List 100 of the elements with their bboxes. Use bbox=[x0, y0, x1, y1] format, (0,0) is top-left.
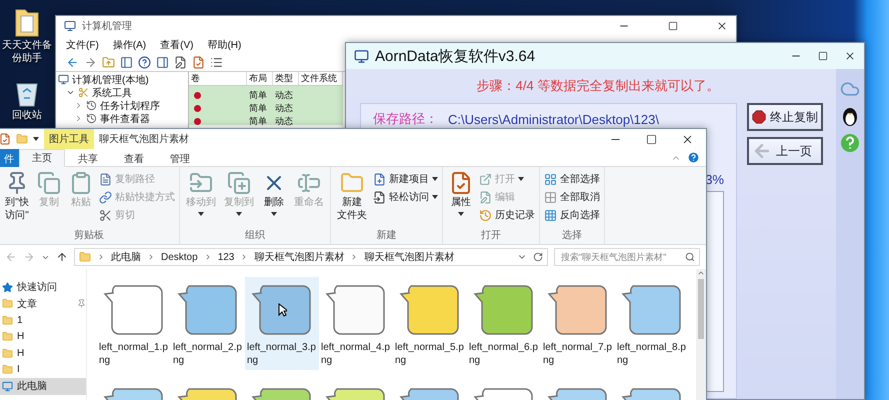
menu-item[interactable]: 查看(V) bbox=[160, 38, 194, 52]
group-label: 剪贴板 bbox=[73, 228, 105, 243]
step-text: 步骤：4/4 等数据完全复制出来就可以了。 bbox=[476, 77, 720, 95]
desktop-icon-label[interactable]: 天天文件备份助手 bbox=[0, 40, 55, 65]
collapse-icon[interactable] bbox=[74, 101, 83, 110]
breadcrumb[interactable]: 123 bbox=[218, 252, 234, 262]
scroll-up-icon[interactable] bbox=[697, 269, 705, 277]
menu-item[interactable]: 文件(F) bbox=[66, 38, 99, 52]
checked-document-icon[interactable] bbox=[192, 56, 205, 69]
breadcrumb[interactable]: 此电脑 bbox=[111, 250, 141, 264]
ribbon-tab[interactable]: 管理 bbox=[157, 149, 203, 167]
scrollbar[interactable] bbox=[696, 269, 706, 400]
file-item[interactable]: left_normal_7.png bbox=[541, 277, 615, 370]
properties-icon[interactable] bbox=[0, 133, 11, 145]
checked-document-icon bbox=[449, 171, 473, 195]
breadcrumb[interactable]: Desktop bbox=[161, 252, 198, 262]
caret-icon bbox=[432, 195, 438, 199]
ribbon-button[interactable]: 新建项目 bbox=[373, 171, 438, 187]
file-item[interactable]: left_normal_8.png bbox=[615, 277, 689, 370]
expand-icon[interactable] bbox=[66, 88, 75, 97]
breadcrumb[interactable]: 聊天框气泡图片素材 bbox=[364, 250, 454, 264]
file-item[interactable]: left_normal_6.png bbox=[467, 277, 541, 370]
penguin-icon[interactable] bbox=[841, 105, 859, 127]
maximize-icon[interactable] bbox=[646, 134, 657, 144]
previous-page-button[interactable]: 上一页 bbox=[747, 137, 823, 165]
clock-icon bbox=[86, 100, 97, 111]
caret-icon bbox=[198, 212, 204, 216]
file-item[interactable]: left_normal_1.png bbox=[97, 277, 171, 370]
address-bar[interactable]: 此电脑 Desktop 123 聊天框气泡图片素材 聊天框气泡图片素材 bbox=[74, 248, 548, 266]
caret-icon bbox=[458, 212, 464, 216]
close-icon[interactable] bbox=[716, 20, 728, 32]
menu-item[interactable]: 操作(A) bbox=[112, 38, 146, 52]
navigation-item[interactable]: H bbox=[0, 328, 86, 345]
file-item[interactable]: left_normal_5.png bbox=[393, 277, 467, 370]
ribbon-button[interactable]: 到"快 访问" bbox=[3, 171, 31, 228]
column-header[interactable]: 卷 bbox=[189, 72, 247, 85]
column-header[interactable]: 布局 bbox=[247, 72, 273, 85]
column-header[interactable]: 文件系统 bbox=[299, 72, 343, 85]
ribbon-button[interactable]: 全部取消 bbox=[544, 189, 600, 205]
tools-icon bbox=[78, 87, 89, 98]
search-field[interactable]: 搜索"聊天框气泡图片素材" bbox=[554, 248, 700, 266]
navigation-item[interactable]: 此电脑 bbox=[0, 378, 86, 394]
file-item[interactable]: left_normal_4.png bbox=[319, 277, 393, 370]
folder-up-icon[interactable] bbox=[102, 56, 115, 69]
volume-row[interactable]: 简单 动态 bbox=[189, 86, 343, 99]
panel-icon[interactable] bbox=[156, 56, 169, 69]
column-header[interactable]: 类型 bbox=[273, 72, 299, 85]
chevron-right-icon[interactable] bbox=[97, 253, 105, 261]
navigation-item[interactable]: H bbox=[0, 345, 86, 362]
ribbon-button[interactable]: 属性 bbox=[447, 171, 475, 228]
menu-item[interactable]: 帮助(H) bbox=[207, 38, 242, 52]
navigation-item[interactable]: 1 bbox=[0, 312, 86, 328]
file-item[interactable]: left_normal_2.png bbox=[171, 277, 245, 370]
back-icon[interactable] bbox=[66, 56, 79, 69]
navigation-item[interactable]: 快速访问 bbox=[0, 279, 86, 296]
edit-icon[interactable] bbox=[174, 56, 187, 69]
panel-icon[interactable] bbox=[120, 56, 133, 69]
folder-icon bbox=[79, 251, 91, 263]
ribbon-tab[interactable]: 共享 bbox=[65, 149, 111, 167]
volume-row[interactable]: 简单 动态 bbox=[189, 112, 343, 125]
up-icon[interactable] bbox=[56, 251, 68, 263]
forward-icon[interactable] bbox=[84, 56, 97, 69]
tree-item[interactable]: 事件查看器 bbox=[100, 112, 150, 126]
help-icon[interactable] bbox=[138, 56, 151, 69]
text-cursor-icon bbox=[297, 171, 321, 195]
copy-icon bbox=[227, 171, 251, 195]
ribbon-button[interactable]: 反向选择 bbox=[544, 207, 600, 223]
desktop-icon-label[interactable]: 回收站 bbox=[0, 110, 55, 122]
folder-icon bbox=[2, 298, 13, 310]
save-path-label: 保存路径： bbox=[373, 110, 438, 128]
file-item[interactable]: left_normal_3.png bbox=[245, 277, 319, 370]
tree-item[interactable]: 系统工具 bbox=[92, 86, 132, 100]
ribbon-button[interactable]: 轻松访问 bbox=[373, 189, 438, 205]
collapse-icon[interactable] bbox=[74, 114, 83, 123]
ribbon-tab[interactable]: 查看 bbox=[111, 149, 157, 167]
breadcrumb[interactable]: 聊天框气泡图片素材 bbox=[254, 250, 344, 264]
close-icon[interactable] bbox=[844, 50, 856, 62]
navigation-item[interactable]: I bbox=[0, 362, 86, 378]
tree-item[interactable]: 计算机管理(本地) bbox=[72, 72, 149, 86]
computer-icon bbox=[2, 380, 13, 392]
maximize-icon[interactable] bbox=[668, 21, 678, 31]
stop-copy-button[interactable]: 终止复制 bbox=[747, 103, 823, 131]
ribbon-button[interactable]: 新建 文件夹 bbox=[335, 171, 369, 228]
navigation-item[interactable]: 文章 bbox=[0, 296, 86, 312]
chevron-right-icon[interactable] bbox=[147, 253, 155, 261]
list-icon[interactable] bbox=[210, 56, 223, 69]
folder-icon bbox=[2, 364, 13, 376]
ribbon-tab[interactable]: 件 bbox=[0, 149, 19, 167]
file-plus-icon bbox=[373, 172, 386, 186]
ribbon-button[interactable]: 历史记录 bbox=[479, 207, 535, 223]
ribbon-button[interactable]: 全部选择 bbox=[544, 171, 600, 187]
ribbon-button[interactable]: 删除 bbox=[260, 171, 288, 228]
tree-item[interactable]: 任务计划程序 bbox=[100, 98, 160, 112]
grid-icon bbox=[544, 208, 557, 222]
search-icon[interactable] bbox=[685, 252, 695, 262]
maximize-icon[interactable] bbox=[818, 51, 828, 61]
refresh-icon[interactable] bbox=[533, 252, 543, 262]
file-arrow-icon bbox=[373, 190, 386, 204]
volume-row[interactable]: 简单 动态 bbox=[189, 99, 343, 112]
ribbon-tab[interactable]: 主页 bbox=[19, 149, 65, 167]
